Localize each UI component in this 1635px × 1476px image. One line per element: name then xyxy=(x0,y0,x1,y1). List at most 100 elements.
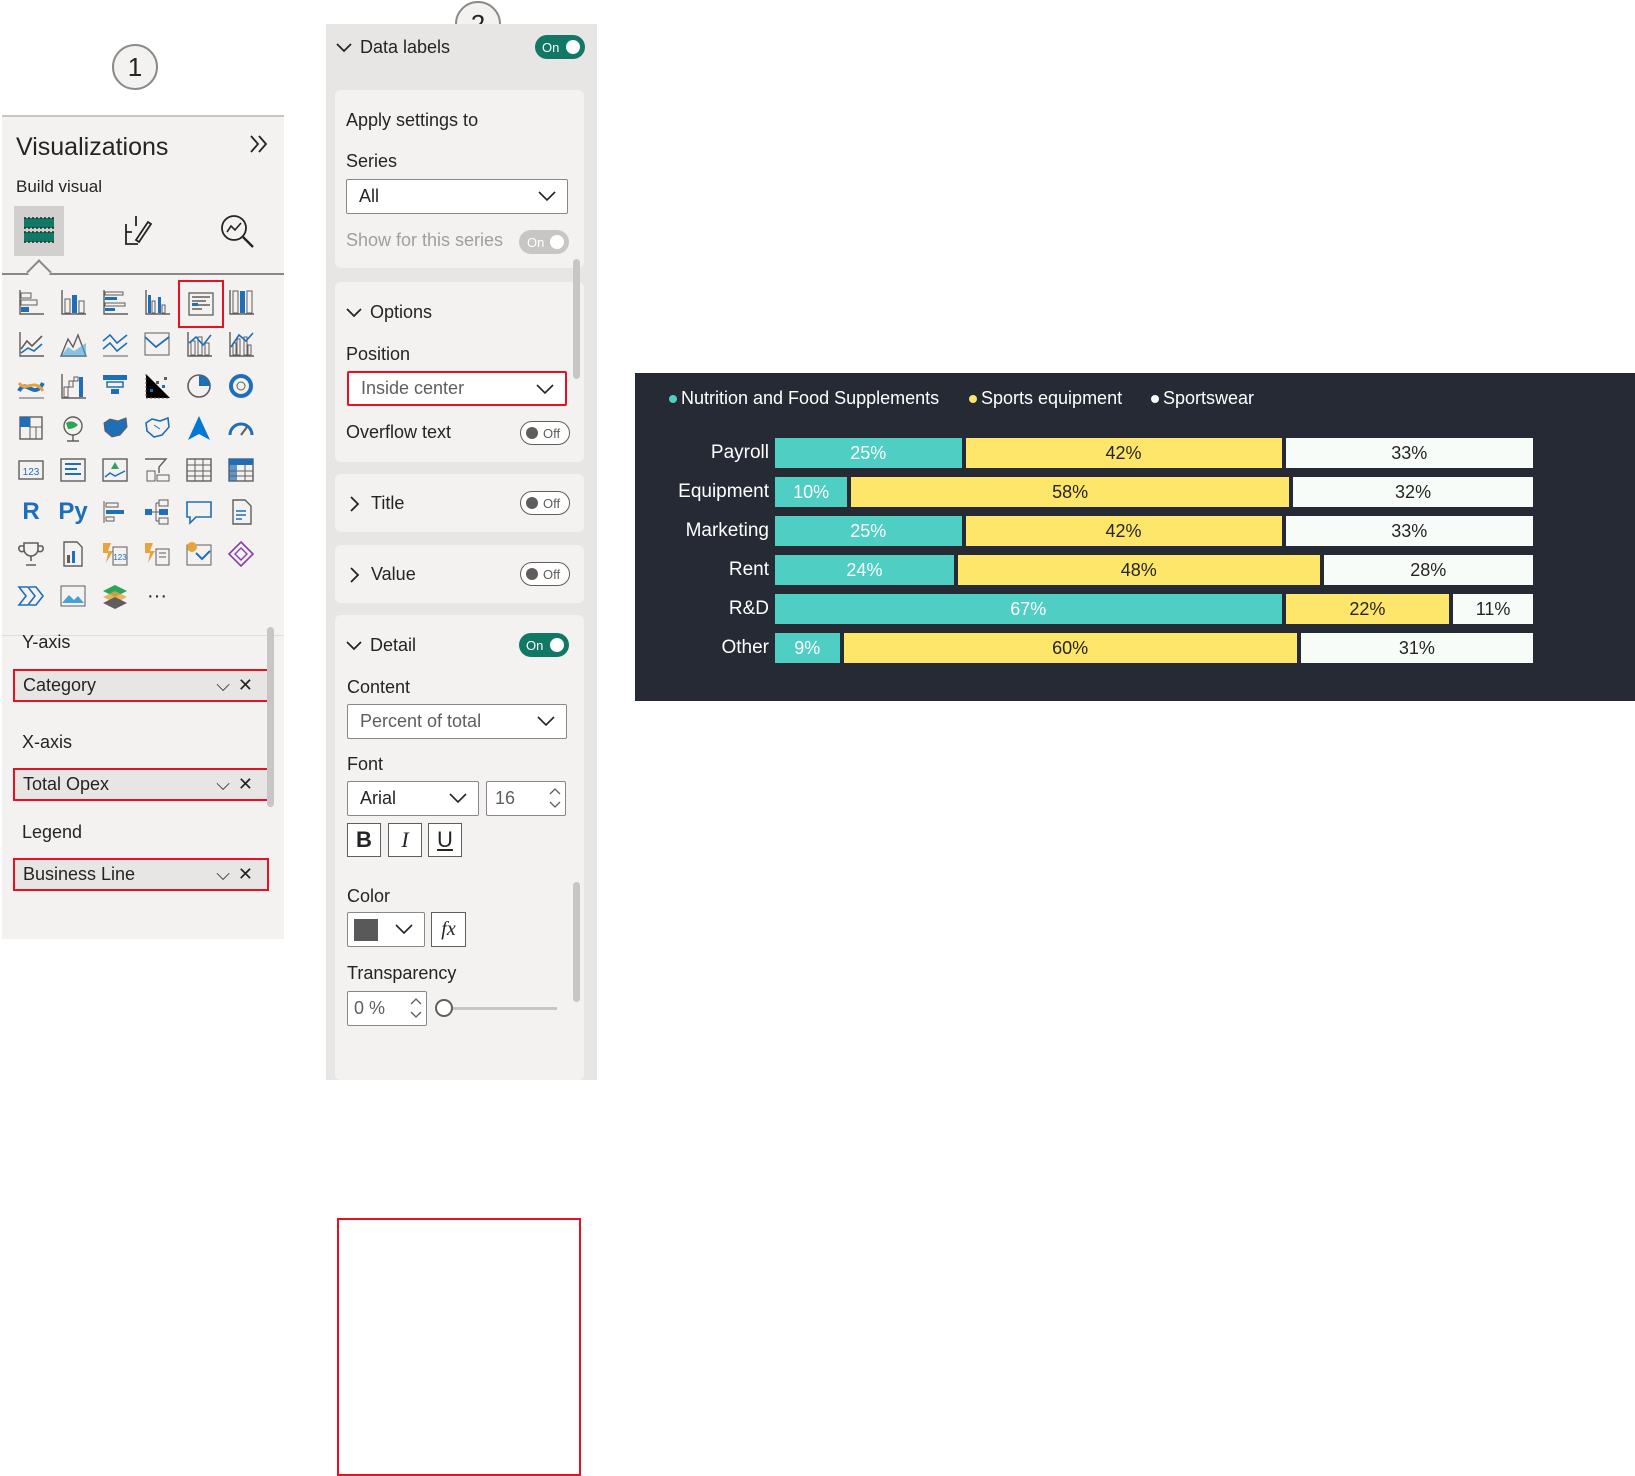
bar-segment[interactable]: 48% xyxy=(957,555,1320,585)
card-icon[interactable]: 123 xyxy=(14,453,48,487)
line-stacked-column-icon[interactable] xyxy=(182,327,216,361)
analytics-icon[interactable] xyxy=(212,206,262,256)
area-chart-icon[interactable] xyxy=(56,327,90,361)
3d-map-icon[interactable] xyxy=(98,579,132,613)
r-visual-icon[interactable]: R xyxy=(14,495,48,529)
bar-segment[interactable]: 58% xyxy=(851,477,1290,507)
font-size-stepper[interactable]: 16 xyxy=(486,781,566,816)
slicer-icon[interactable] xyxy=(140,453,174,487)
map-icon[interactable] xyxy=(56,411,90,445)
value-header[interactable]: Value xyxy=(349,564,416,585)
clustered-column-icon[interactable] xyxy=(140,285,174,319)
paginated-report-icon[interactable] xyxy=(224,495,258,529)
bar-segment[interactable]: 25% xyxy=(775,438,962,468)
bar-segment[interactable]: 32% xyxy=(1293,477,1533,507)
bold-button[interactable]: B xyxy=(347,823,381,857)
chevron-down-icon[interactable]: ⌵ xyxy=(216,774,238,794)
transparency-slider-track[interactable] xyxy=(445,1007,557,1010)
legend-item[interactable]: Sportswear xyxy=(1151,388,1254,409)
underline-button[interactable]: U xyxy=(428,823,462,857)
clustered-bar-icon[interactable] xyxy=(98,285,132,319)
bar-segment[interactable]: 28% xyxy=(1323,555,1533,585)
decomposition-tree-icon[interactable] xyxy=(140,495,174,529)
stacked-column-icon[interactable] xyxy=(56,285,90,319)
series-dropdown[interactable]: All xyxy=(346,179,568,214)
overflow-text-toggle[interactable]: Off xyxy=(520,421,570,445)
bar-segment[interactable]: 10% xyxy=(775,477,848,507)
detail-toggle[interactable]: On xyxy=(519,633,569,657)
color-picker[interactable] xyxy=(347,912,425,947)
close-icon[interactable]: ✕ xyxy=(238,774,261,794)
scrollbar[interactable] xyxy=(573,882,580,1002)
bar-segment[interactable]: 67% xyxy=(775,594,1282,624)
arcgis-icon[interactable] xyxy=(182,537,216,571)
content-dropdown[interactable]: Percent of total xyxy=(347,704,567,739)
100-stacked-area-icon[interactable] xyxy=(140,327,174,361)
bar-segment[interactable]: 42% xyxy=(965,516,1282,546)
font-family-dropdown[interactable]: Arial xyxy=(347,781,479,816)
power-automate-icon[interactable] xyxy=(140,537,174,571)
value-toggle[interactable]: Off xyxy=(520,562,570,586)
format-visual-icon[interactable] xyxy=(112,206,162,256)
italic-button[interactable]: I xyxy=(388,823,422,857)
bar-segment[interactable]: 25% xyxy=(775,516,962,546)
data-labels-header[interactable]: Data labels xyxy=(336,37,450,58)
pie-icon[interactable] xyxy=(182,369,216,403)
100-stacked-bar-icon[interactable] xyxy=(178,280,224,328)
line-clustered-column-icon[interactable] xyxy=(224,327,258,361)
bar-segment[interactable]: 9% xyxy=(775,633,840,663)
more-icon[interactable]: ··· xyxy=(140,579,174,613)
chevron-down-icon[interactable]: ⌵ xyxy=(216,864,238,884)
smart-narrative-icon[interactable] xyxy=(56,537,90,571)
kpi-icon[interactable] xyxy=(98,453,132,487)
ribbon-chart-icon[interactable] xyxy=(14,369,48,403)
funnel-icon[interactable] xyxy=(98,369,132,403)
power-automate-flow-icon[interactable] xyxy=(14,579,48,613)
bar-segment[interactable]: 22% xyxy=(1285,594,1450,624)
scatter-icon[interactable] xyxy=(140,369,174,403)
bar-segment[interactable]: 42% xyxy=(965,438,1282,468)
azure-map-icon[interactable] xyxy=(182,411,216,445)
bar-segment[interactable]: 24% xyxy=(775,555,954,585)
bar-segment[interactable]: 11% xyxy=(1453,594,1533,624)
python-visual-icon[interactable]: Py xyxy=(56,495,90,529)
y-axis-field[interactable]: Category ⌵✕ xyxy=(13,669,269,702)
x-axis-field[interactable]: Total Opex ⌵✕ xyxy=(13,768,269,801)
transparency-stepper[interactable]: 0 % xyxy=(347,991,427,1026)
title-header[interactable]: Title xyxy=(349,493,404,514)
bar-segment[interactable]: 60% xyxy=(843,633,1297,663)
double-chevron-right-icon[interactable] xyxy=(248,131,270,162)
stepper-arrows-icon[interactable] xyxy=(410,995,422,1021)
stacked-bar-icon[interactable] xyxy=(14,285,48,319)
scrollbar[interactable] xyxy=(573,259,580,379)
close-icon[interactable]: ✕ xyxy=(238,864,261,884)
custom-visual-icon[interactable] xyxy=(224,537,258,571)
shape-map-icon[interactable] xyxy=(140,411,174,445)
data-labels-toggle[interactable]: On xyxy=(535,35,585,59)
power-apps-icon[interactable]: 123 xyxy=(98,537,132,571)
show-for-series-toggle[interactable]: On xyxy=(519,230,569,254)
close-icon[interactable]: ✕ xyxy=(238,675,261,695)
bar-segment[interactable]: 31% xyxy=(1300,633,1533,663)
multi-row-card-icon[interactable] xyxy=(56,453,90,487)
legend-field[interactable]: Business Line ⌵✕ xyxy=(13,858,269,891)
treemap-icon[interactable] xyxy=(14,411,48,445)
position-dropdown[interactable]: Inside center xyxy=(347,371,567,406)
filled-map-icon[interactable] xyxy=(98,411,132,445)
matrix-icon[interactable] xyxy=(224,453,258,487)
table-icon[interactable] xyxy=(182,453,216,487)
100-stacked-column-icon[interactable] xyxy=(224,285,258,319)
waterfall-icon[interactable] xyxy=(56,369,90,403)
image-icon[interactable] xyxy=(56,579,90,613)
stepper-arrows-icon[interactable] xyxy=(549,785,561,811)
transparency-slider-thumb[interactable] xyxy=(435,999,453,1017)
detail-header[interactable]: Detail xyxy=(346,635,416,656)
scrollbar[interactable] xyxy=(267,627,274,807)
legend-item[interactable]: Sports equipment xyxy=(969,388,1122,409)
stacked-area-icon[interactable] xyxy=(98,327,132,361)
qa-icon[interactable] xyxy=(182,495,216,529)
bar-segment[interactable]: 33% xyxy=(1285,438,1533,468)
metrics-icon[interactable] xyxy=(14,537,48,571)
gauge-icon[interactable] xyxy=(224,411,258,445)
title-toggle[interactable]: Off xyxy=(520,491,570,515)
